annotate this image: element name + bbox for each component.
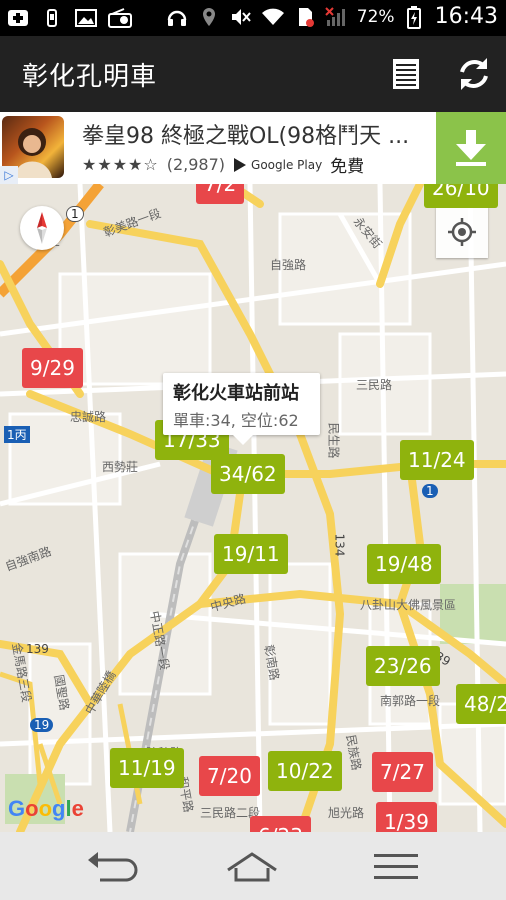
ad-banner[interactable]: 拳皇98 終極之戰OL(98格鬥天 ... ★★★★☆ (2,987) Goog…: [0, 112, 506, 184]
headset-icon: [165, 5, 189, 29]
road-label: 三民路: [356, 378, 393, 392]
app-bar: 彰化孔明車: [0, 36, 506, 112]
ad-rating-stars: ★★★★☆: [82, 155, 159, 174]
route-shield: 1: [66, 206, 84, 222]
station-pin[interactable]: 10/22: [268, 751, 342, 791]
clock: 16:43: [434, 4, 498, 29]
signal-icon: [325, 5, 349, 29]
refresh-icon: [460, 58, 488, 90]
route-shield: 139: [26, 642, 49, 656]
google-play-logo: Google Play: [233, 157, 322, 173]
navigation-bar: [0, 832, 506, 900]
radio-icon: [108, 6, 132, 30]
home-icon: [227, 852, 277, 882]
station-pin[interactable]: 9/29: [22, 348, 83, 388]
route-shield: 1丙: [4, 426, 30, 443]
station-pin[interactable]: 23/26: [366, 646, 440, 686]
route-shield: 134: [332, 533, 347, 557]
station-pin[interactable]: 7/20: [199, 756, 260, 796]
road-label: 自強路: [270, 258, 307, 272]
my-location-button[interactable]: [436, 206, 488, 258]
ad-choices-icon[interactable]: ▷: [0, 166, 18, 184]
station-pin[interactable]: 7/27: [372, 752, 433, 792]
menu-button[interactable]: [366, 846, 426, 886]
station-pin[interactable]: 19/11: [214, 534, 288, 574]
refresh-button[interactable]: [454, 54, 494, 94]
app-title: 彰化孔明車: [22, 62, 158, 92]
road-label: 南郭路一段: [380, 694, 441, 708]
ad-title[interactable]: 拳皇98 終極之戰OL(98格鬥天 ...: [82, 118, 409, 150]
gallery-icon: [74, 6, 98, 30]
station-pin[interactable]: 19/48: [367, 544, 441, 584]
status-bar: 72% 16:43: [0, 0, 506, 36]
route-shield: 1: [422, 484, 438, 498]
location-icon: [197, 5, 221, 29]
my-location-icon: [448, 218, 476, 246]
road-label: 民生路: [326, 422, 341, 459]
mute-icon: [229, 5, 253, 29]
road-label: 忠誠路: [70, 410, 107, 424]
add-notification-icon: [6, 6, 30, 30]
station-pin[interactable]: 6/23: [250, 816, 311, 832]
menu-icon: [374, 854, 418, 879]
station-pin[interactable]: 1/39: [376, 802, 437, 832]
back-icon: [88, 852, 138, 882]
station-name: 彰化火車站前站: [173, 383, 299, 404]
area-label: 西勢莊: [102, 460, 139, 474]
station-pin[interactable]: 48/20: [456, 684, 506, 724]
google-logo: Google: [8, 796, 84, 821]
station-pin[interactable]: 11/24: [400, 440, 474, 480]
station-pin-selected[interactable]: 34/62: [211, 454, 285, 494]
sim-icon: [293, 5, 317, 29]
ad-download-button[interactable]: [436, 112, 506, 184]
play-store-icon: [234, 157, 247, 172]
station-availability: 單車:34, 空位:62: [173, 411, 299, 430]
route-shield: 19: [30, 718, 54, 732]
download-icon: [456, 130, 486, 166]
list-view-button[interactable]: [386, 54, 426, 94]
list-icon: [393, 59, 419, 89]
ad-price: 免費: [330, 157, 365, 177]
station-pin[interactable]: 11/19: [110, 748, 184, 788]
map-base: [0, 184, 506, 832]
map-view[interactable]: 彰美路一段 權莊 自強路 永安街 三民路 忠誠路 西勢莊 民生路 自強南路 中央…: [0, 184, 506, 832]
battery-percent: 72%: [356, 6, 395, 27]
road-label: 旭光路: [328, 806, 365, 820]
back-button[interactable]: [82, 846, 142, 886]
compass-button[interactable]: [20, 206, 64, 250]
station-info-window[interactable]: 彰化火車站前站 單車:34, 空位:62: [163, 373, 320, 445]
usb-icon: [40, 6, 64, 30]
home-button[interactable]: [222, 846, 282, 886]
wifi-icon: [261, 5, 285, 29]
battery-charging-icon: [403, 5, 427, 29]
compass-icon: [37, 212, 47, 244]
place-label: 八卦山大佛風景區: [360, 598, 457, 612]
station-pin[interactable]: 26/10: [424, 184, 498, 208]
station-pin[interactable]: 7/2: [196, 184, 245, 204]
ad-review-count: (2,987): [166, 155, 226, 174]
